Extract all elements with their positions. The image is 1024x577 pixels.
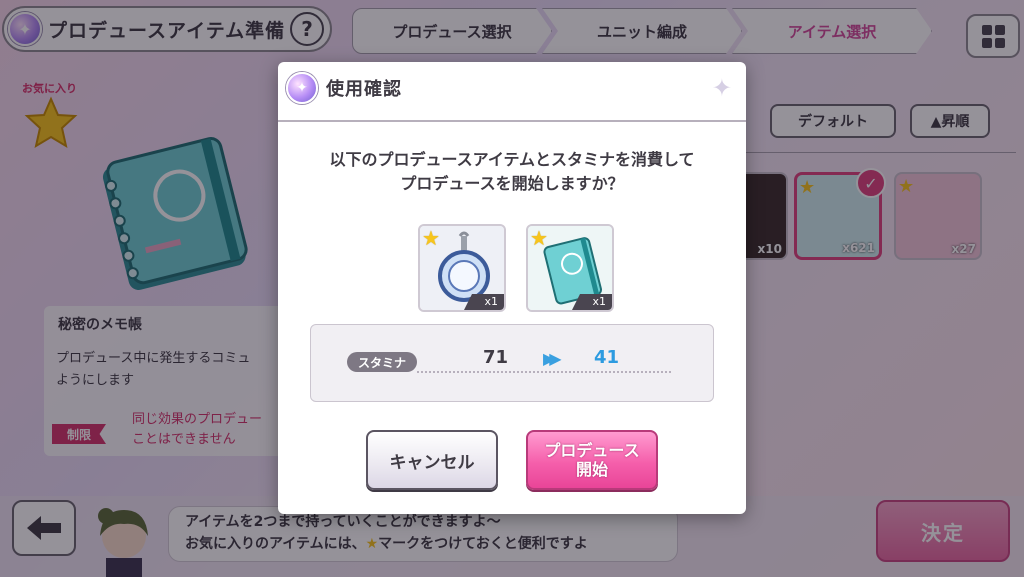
stamina-current: 71 [483,347,509,368]
consumed-item-notebook: ★ x1 [526,224,614,312]
favorite-star-icon: ★ [422,226,440,250]
app-logo-icon: ✦ [286,72,318,104]
fast-forward-icon: ▶▶ [543,349,561,368]
dialog-message: 以下のプロデュースアイテムとスタミナを消費して プロデュースを開始しますか？ [329,150,695,193]
consumed-item-keychain: ★ x1 [418,224,506,312]
cancel-button[interactable]: キャンセル [366,430,498,490]
stamina-panel: スタミナ 71 ▶▶ 41 [310,324,714,402]
dialog-title: 使用確認 [326,79,402,100]
stamina-dotted-line [417,371,671,373]
stamina-after: 41 [594,347,620,368]
stamina-label: スタミナ [347,352,417,372]
confirm-dialog: ✦ 使用確認 ✦ 以下のプロデュースアイテムとスタミナを消費して プロデュースを… [278,62,746,514]
favorite-star-icon: ★ [530,226,548,250]
dialog-header: ✦ 使用確認 [286,72,402,104]
start-produce-button[interactable]: プロデュース 開始 [526,430,658,490]
sparkle-icon: ✦ [711,74,732,102]
dialog-divider [278,120,746,122]
